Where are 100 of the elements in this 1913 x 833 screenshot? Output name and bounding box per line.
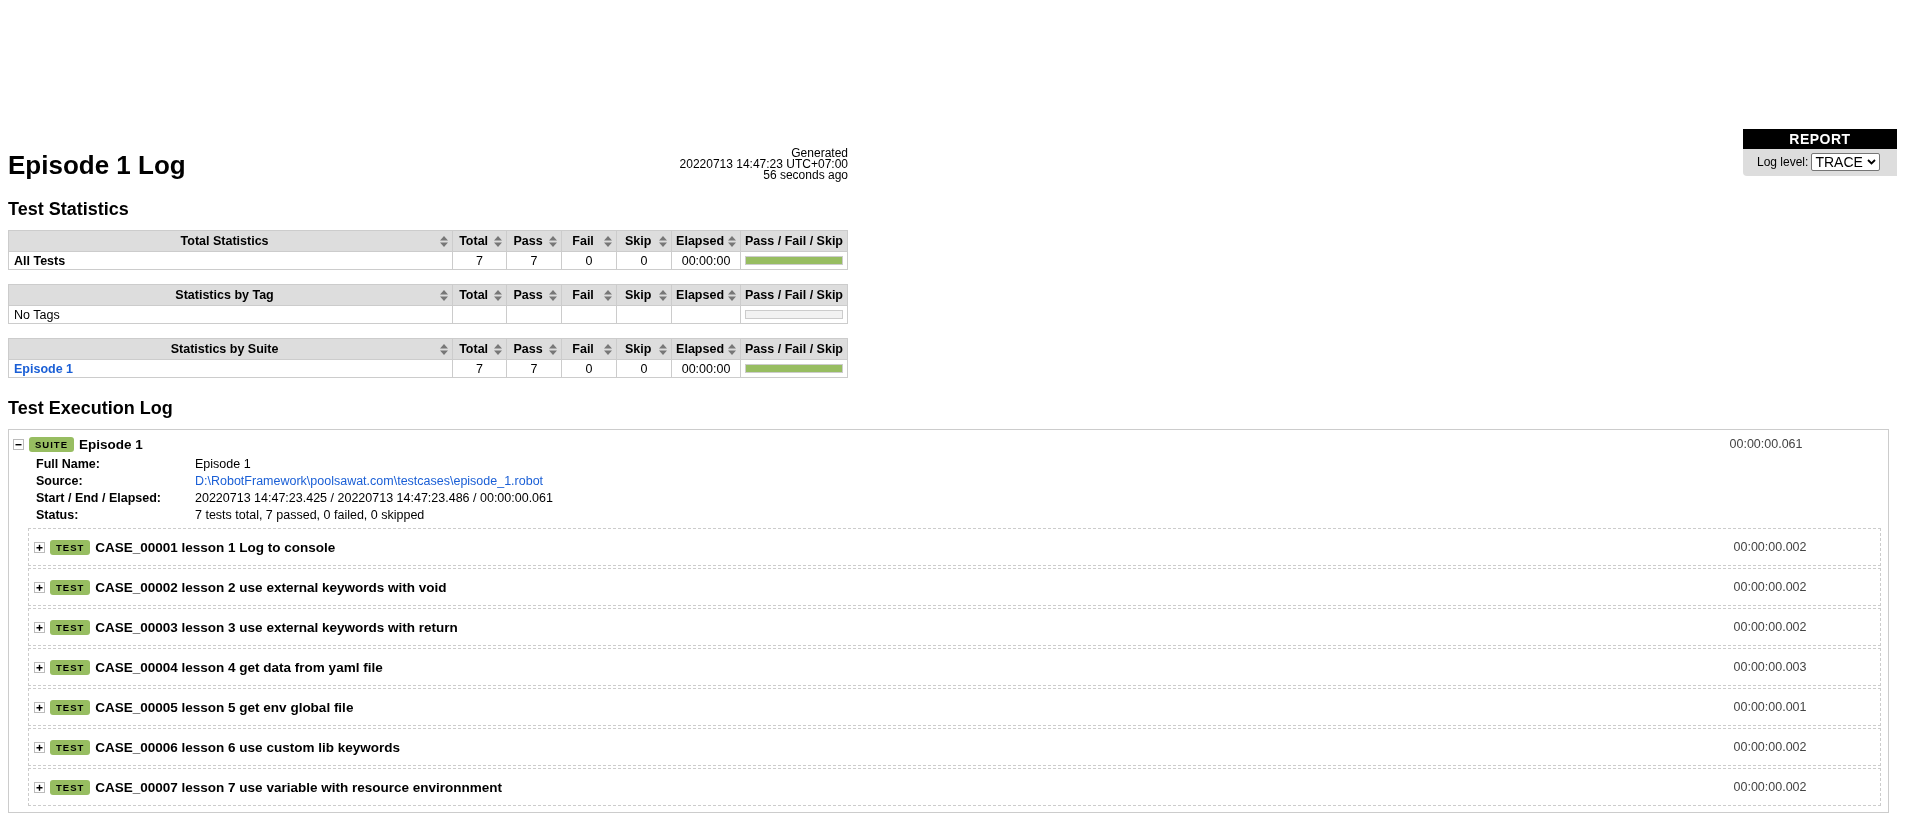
test-name: CASE_00003 lesson 3 use external keywords with return — [95, 619, 459, 635]
column-header: Pass / Fail / Skip — [740, 230, 848, 252]
sort-icon[interactable] — [494, 343, 503, 355]
test-badge: TEST — [50, 619, 91, 635]
column-header[interactable]: Total — [452, 230, 507, 252]
page-title: Episode 1 Log — [8, 150, 186, 181]
table-cell: 0 — [561, 251, 617, 270]
column-header[interactable]: Statistics by Tag — [8, 284, 453, 306]
column-header[interactable]: Pass — [506, 230, 562, 252]
test-badge: TEST — [50, 579, 91, 595]
table-cell: 0 — [616, 251, 672, 270]
generated-info: Generated — [791, 148, 848, 159]
sort-icon[interactable] — [604, 289, 613, 301]
test-badge: TEST — [50, 539, 91, 555]
column-header[interactable]: Pass — [506, 338, 562, 360]
column-header[interactable]: Skip — [616, 230, 672, 252]
sort-icon[interactable] — [549, 289, 558, 301]
column-header[interactable]: Statistics by Suite — [8, 338, 453, 360]
test-name: CASE_00005 lesson 5 get env global file — [95, 699, 355, 715]
sort-icon[interactable] — [494, 235, 503, 247]
column-header[interactable]: Elapsed — [671, 230, 741, 252]
expand-icon[interactable] — [34, 701, 45, 713]
column-header[interactable]: Fail — [561, 230, 617, 252]
expand-icon[interactable] — [34, 541, 45, 553]
detail-value: 7 tests total, 7 passed, 0 failed, 0 skipped — [195, 508, 426, 522]
suite-badge: SUITE — [29, 436, 74, 452]
column-header: Pass / Fail / Skip — [740, 338, 848, 360]
test-badge: TEST — [50, 739, 91, 755]
sort-icon[interactable] — [659, 343, 668, 355]
column-header[interactable]: Skip — [616, 338, 672, 360]
column-header[interactable]: Fail — [561, 284, 617, 306]
test-name: CASE_00007 lesson 7 use variable with resource environnment — [95, 779, 503, 795]
test-badge: TEST — [50, 779, 91, 795]
suite-name[interactable]: Episode 1 — [79, 436, 1646, 452]
column-header[interactable]: Total — [452, 338, 507, 360]
expand-icon[interactable] — [34, 781, 45, 793]
row-name: All Tests — [8, 251, 453, 270]
test-row[interactable]: TEST CASE_00001 lesson 1 Log to console 00:00:00.002 — [28, 528, 1881, 566]
sort-icon[interactable] — [549, 343, 558, 355]
elapsed-time: 00:00:00.001 — [1732, 700, 1808, 714]
sort-icon[interactable] — [604, 343, 613, 355]
sort-icon[interactable] — [494, 289, 503, 301]
elapsed-time: 00:00:00.002 — [1732, 780, 1808, 794]
column-header[interactable]: Fail — [561, 338, 617, 360]
sort-icon[interactable] — [659, 289, 668, 301]
elapsed-time: 00:00:00.002 — [1732, 620, 1808, 634]
detail-value: 20220713 14:47:23.425 / 20220713 14:47:23.486 / 00:00:00.061 — [195, 491, 554, 505]
column-header[interactable]: Elapsed — [671, 338, 741, 360]
test-row[interactable]: TEST CASE_00004 lesson 4 get data from yaml file 00:00:00.003 — [28, 648, 1881, 686]
table-cell: 0 — [561, 359, 617, 378]
sort-icon[interactable] — [728, 343, 737, 355]
test-name: CASE_00004 lesson 4 get data from yaml file — [95, 659, 384, 675]
report-link[interactable]: REPORT — [1743, 129, 1897, 149]
detail-label: Start / End / Elapsed: — [36, 491, 163, 505]
column-header[interactable]: Pass — [506, 284, 562, 306]
sort-icon[interactable] — [728, 235, 737, 247]
row-name: No Tags — [8, 305, 453, 324]
collapse-icon[interactable] — [13, 438, 24, 450]
column-header[interactable]: Total Statistics — [8, 230, 453, 252]
sort-icon[interactable] — [440, 343, 449, 355]
table-cell: 00:00:00 — [671, 251, 741, 270]
test-badge: TEST — [50, 699, 91, 715]
generated-info: 56 seconds ago — [762, 170, 848, 181]
test-row[interactable]: TEST CASE_00003 lesson 3 use external keywords with return 00:00:00.002 — [28, 608, 1881, 646]
column-header[interactable]: Skip — [616, 284, 672, 306]
test-name: CASE_00002 lesson 2 use external keywords with void — [95, 579, 448, 595]
elapsed-time: 00:00:00.002 — [1732, 580, 1808, 594]
column-header[interactable]: Total — [452, 284, 507, 306]
test-row[interactable]: TEST CASE_00007 lesson 7 use variable with resource environnment 00:00:00.002 — [28, 768, 1881, 806]
log-level-select[interactable]: TRACE — [1811, 153, 1880, 171]
source-link[interactable]: D:\RobotFramework\poolsawat.com\testcases\episode_1.robot — [195, 474, 1881, 488]
column-header: Pass / Fail / Skip — [740, 284, 848, 306]
detail-value: Episode 1 — [195, 457, 252, 471]
suite-link[interactable]: Episode 1 — [8, 359, 453, 378]
sort-icon[interactable] — [728, 289, 737, 301]
expand-icon[interactable] — [34, 581, 45, 593]
elapsed-time: 00:00:00.002 — [1732, 740, 1808, 754]
sort-icon[interactable] — [549, 235, 558, 247]
section-title: Test Execution Log — [8, 398, 174, 419]
table-cell: 7 — [452, 359, 507, 378]
test-name: CASE_00001 lesson 1 Log to console — [95, 539, 337, 555]
generated-info: 20220713 14:47:23 UTC+07:00 — [679, 159, 848, 170]
test-row[interactable]: TEST CASE_00005 lesson 5 get env global file 00:00:00.001 — [28, 688, 1881, 726]
sort-icon[interactable] — [440, 235, 449, 247]
test-row[interactable]: TEST CASE_00006 lesson 6 use custom lib keywords 00:00:00.002 — [28, 728, 1881, 766]
column-header[interactable]: Elapsed — [671, 284, 741, 306]
expand-icon[interactable] — [34, 661, 45, 673]
sort-icon[interactable] — [604, 235, 613, 247]
test-row[interactable]: TEST CASE_00002 lesson 2 use external keywords with void 00:00:00.002 — [28, 568, 1881, 606]
expand-icon[interactable] — [34, 621, 45, 633]
expand-icon[interactable] — [34, 741, 45, 753]
sort-icon[interactable] — [659, 235, 668, 247]
table-cell: 7 — [506, 359, 562, 378]
sort-icon[interactable] — [440, 289, 449, 301]
test-badge: TEST — [50, 659, 91, 675]
chevron-icon — [1866, 159, 1876, 165]
table-cell: 0 — [616, 359, 672, 378]
table-cell: 7 — [506, 251, 562, 270]
table-cell: 00:00:00 — [671, 359, 741, 378]
elapsed-time: 00:00:00.061 — [1728, 437, 1804, 451]
